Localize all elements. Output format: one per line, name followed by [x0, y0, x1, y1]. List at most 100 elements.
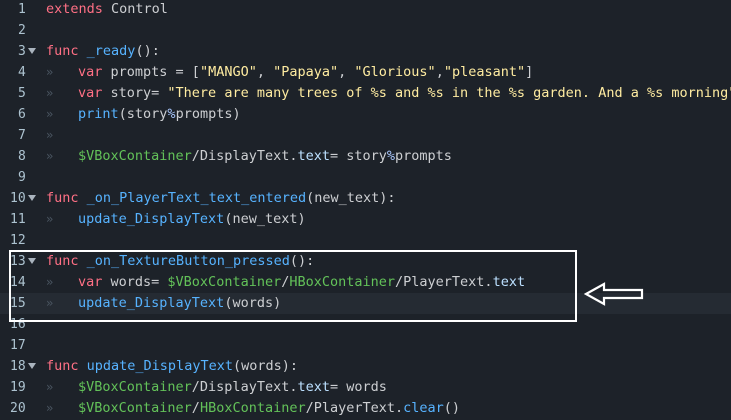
code-token: "Papaya": [273, 64, 339, 80]
code-line[interactable]: 11 » update_DisplayText(new_text): [0, 209, 731, 230]
code-text: var prompts = ["MANGO", "Papaya", "Glori…: [78, 62, 533, 83]
code-token: ,: [256, 64, 274, 80]
left-arrow-icon: [584, 282, 644, 306]
code-token: "There are many trees of %s and %s in th…: [167, 85, 731, 101]
code-token: $VBoxContainer: [78, 400, 192, 416]
code-token: print: [78, 106, 119, 122]
line-number: 20: [10, 401, 26, 416]
code-token: (story: [118, 106, 168, 122]
line-number: 8: [18, 149, 26, 164]
code-token: prompts: [395, 148, 452, 164]
code-token: text: [297, 379, 330, 395]
line-number: 17: [10, 338, 26, 353]
code-token: Control: [102, 1, 168, 17]
code-token: $VBoxContainer: [78, 148, 192, 164]
code-token: func: [46, 43, 79, 59]
code-token: ():: [135, 43, 160, 59]
code-text: var story= "There are many trees of %s a…: [78, 83, 731, 104]
code-token: var: [78, 64, 103, 80]
code-text: print(story%prompts): [78, 104, 241, 125]
code-line[interactable]: 9: [0, 167, 731, 188]
code-token: /DisplayText.: [191, 379, 298, 395]
code-text: $VBoxContainer/HBoxContainer/PlayerText.…: [78, 398, 460, 419]
code-line[interactable]: 8 » $VBoxContainer/DisplayText.text= story…: [0, 146, 731, 167]
code-token: %: [386, 148, 396, 164]
line-number: 5: [18, 86, 26, 101]
code-token: story=: [102, 85, 168, 101]
tab-indent-icon: »: [46, 212, 54, 226]
code-token: /: [191, 400, 200, 416]
code-line[interactable]: 1 extends Control: [0, 0, 731, 20]
code-line[interactable]: 5 » var story= "There are many trees of %s…: [0, 83, 731, 104]
line-number: 2: [18, 23, 26, 38]
code-token: clear: [403, 400, 444, 416]
fold-arrow-icon[interactable]: [28, 195, 36, 201]
code-token: (new_text):: [306, 190, 396, 206]
code-token: prompts): [175, 106, 241, 122]
code-token: extends: [46, 1, 103, 17]
line-number: 4: [18, 65, 26, 80]
code-token: /DisplayText.: [191, 148, 298, 164]
code-token: (words):: [232, 358, 298, 374]
highlight-box: [9, 250, 577, 322]
line-number: 19: [10, 380, 26, 395]
code-line[interactable]: 3 func _ready():: [0, 41, 731, 62]
code-text: func _ready():: [46, 41, 160, 62]
code-token: update_DisplayText: [78, 211, 225, 227]
code-token: ]: [525, 64, 534, 80]
code-line[interactable]: 17: [0, 335, 731, 356]
code-token: _ready: [86, 43, 136, 59]
code-line[interactable]: 6 » print(story%prompts): [0, 104, 731, 125]
fold-arrow-icon[interactable]: [28, 363, 36, 369]
code-token: func: [46, 190, 79, 206]
code-token: var: [78, 85, 103, 101]
tab-indent-icon: »: [46, 149, 54, 163]
code-line[interactable]: 18 func update_DisplayText(words):: [0, 356, 731, 377]
code-token: = story: [329, 148, 387, 164]
code-text: extends Control: [46, 0, 168, 20]
code-token: ,: [435, 64, 444, 80]
code-line[interactable]: 4 » var prompts = ["MANGO", "Papaya", "Glo…: [0, 62, 731, 83]
code-token: %: [167, 106, 176, 122]
fold-arrow-icon[interactable]: [28, 48, 36, 54]
tab-indent-icon: »: [46, 86, 54, 100]
code-token: /PlayerText.: [305, 400, 404, 416]
line-number: 1: [18, 2, 26, 17]
line-number: 9: [18, 170, 26, 185]
code-line[interactable]: 19 » $VBoxContainer/DisplayText.text= word…: [0, 377, 731, 398]
code-token: "pleasant": [443, 64, 526, 80]
code-text: $VBoxContainer/DisplayText.text= words: [78, 377, 387, 398]
tab-indent-icon: »: [46, 380, 54, 394]
code-text: update_DisplayText(new_text): [78, 209, 306, 230]
code-token: prompts = [: [102, 64, 200, 80]
code-token: $VBoxContainer: [78, 379, 192, 395]
code-line[interactable]: 7»: [0, 125, 731, 146]
tab-indent-icon: »: [46, 65, 54, 79]
code-token: text: [297, 148, 330, 164]
code-line[interactable]: 20 » $VBoxContainer/HBoxContainer/PlayerTe…: [0, 398, 731, 419]
code-token: _on_PlayerText_text_entered: [86, 190, 307, 206]
code-text: $VBoxContainer/DisplayText.text= story%p…: [78, 146, 452, 167]
code-token: (): [443, 400, 461, 416]
line-number: 11: [10, 212, 26, 227]
code-token: = words: [329, 379, 387, 395]
code-token: "MANGO": [199, 64, 257, 80]
code-token: ,: [338, 64, 355, 80]
tab-indent-icon: »: [46, 128, 54, 142]
line-number: 6: [18, 107, 26, 122]
code-token: func: [46, 358, 79, 374]
line-number: 7: [18, 128, 26, 143]
code-line[interactable]: 12: [0, 230, 731, 251]
code-token: HBoxContainer: [199, 400, 306, 416]
code-line[interactable]: 2: [0, 20, 731, 41]
code-editor[interactable]: 1 extends Control 2 3 func _ready(): 4 » var pr…: [0, 0, 731, 420]
tab-indent-icon: »: [46, 401, 54, 415]
code-text: func update_DisplayText(words):: [46, 356, 298, 377]
tab-indent-icon: »: [46, 107, 54, 121]
code-token: (new_text): [224, 211, 306, 227]
code-line[interactable]: 10 func _on_PlayerText_text_entered(new_t…: [0, 188, 731, 209]
code-token: update_DisplayText: [86, 358, 233, 374]
